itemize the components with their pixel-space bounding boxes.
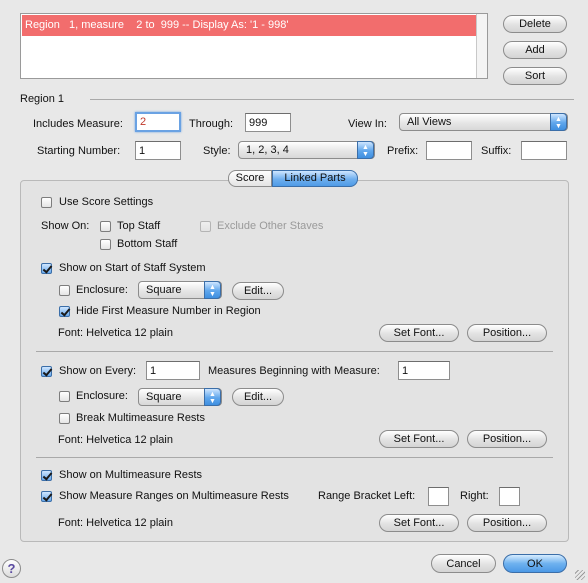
font-description: Font: Helvetica 12 plain: [58, 327, 173, 339]
enclosure-edit-button[interactable]: Edit...: [232, 282, 284, 300]
beginning-measure-label: Measures Beginning with Measure:: [208, 365, 380, 377]
popup-arrows-icon: ▲ ▼: [204, 388, 221, 406]
exclude-other-staves-label: Exclude Other Staves: [217, 220, 324, 232]
enclosure-value: Square: [146, 284, 182, 296]
style-label: Style:: [203, 145, 231, 157]
show-every-label: Show on Every:: [59, 365, 137, 377]
show-every-checkbox[interactable]: [41, 366, 52, 377]
region-list[interactable]: Region 1, measure 2 to 999 -- Display As…: [20, 13, 488, 79]
linked-parts-panel: [20, 180, 569, 542]
sort-button[interactable]: Sort: [503, 67, 567, 85]
bottom-staff-label: Bottom Staff: [117, 238, 178, 250]
style-value: 1, 2, 3, 4: [246, 144, 289, 156]
use-score-settings-label: Use Score Settings: [59, 196, 154, 208]
set-font-button[interactable]: Set Font...: [379, 430, 459, 448]
suffix-field[interactable]: [521, 141, 567, 160]
bottom-staff-checkbox[interactable]: [100, 239, 111, 250]
show-on-label: Show On:: [41, 220, 90, 232]
view-in-popup[interactable]: All Views ▲ ▼: [399, 113, 568, 131]
region-divider: [90, 99, 574, 100]
section-divider: [36, 351, 553, 352]
resize-grip-icon[interactable]: [575, 570, 585, 580]
show-every-field[interactable]: 1: [146, 361, 200, 380]
show-ranges-label: Show Measure Ranges on Multimeasure Rest…: [59, 490, 289, 502]
region-header: Region 1: [20, 93, 65, 105]
set-font-button[interactable]: Set Font...: [379, 324, 459, 342]
range-left-label: Range Bracket Left:: [318, 490, 416, 502]
show-on-mm-checkbox[interactable]: [41, 470, 52, 481]
prefix-label: Prefix:: [387, 145, 419, 157]
list-scrollbar[interactable]: [476, 14, 487, 78]
help-button[interactable]: ?: [2, 559, 21, 578]
section-divider: [36, 457, 553, 458]
position-button[interactable]: Position...: [467, 514, 547, 532]
break-rests-checkbox[interactable]: [59, 413, 70, 424]
enclosure-label: Enclosure:: [76, 284, 128, 296]
popup-arrows-icon: ▲ ▼: [550, 113, 567, 131]
style-popup[interactable]: 1, 2, 3, 4 ▲ ▼: [238, 141, 375, 159]
break-rests-label: Break Multimeasure Rests: [76, 412, 205, 424]
hide-first-label: Hide First Measure Number in Region: [76, 305, 261, 317]
show-ranges-checkbox[interactable]: [41, 491, 52, 502]
enclosure-value: Square: [146, 391, 182, 403]
show-on-start-label: Show on Start of Staff System: [59, 262, 206, 274]
range-left-field[interactable]: [428, 487, 449, 506]
view-in-value: All Views: [407, 116, 452, 128]
add-button[interactable]: Add: [503, 41, 567, 59]
exclude-other-staves-checkbox[interactable]: [200, 221, 211, 232]
enclosure-label: Enclosure:: [76, 390, 128, 402]
font-description: Font: Helvetica 12 plain: [58, 517, 173, 529]
tab-score[interactable]: Score: [228, 170, 272, 187]
beginning-measure-field[interactable]: 1: [398, 361, 450, 380]
delete-button[interactable]: Delete: [503, 15, 567, 33]
position-button[interactable]: Position...: [467, 430, 547, 448]
set-font-button[interactable]: Set Font...: [379, 514, 459, 532]
popup-arrows-icon: ▲ ▼: [357, 141, 374, 159]
enclosure-popup[interactable]: Square ▲ ▼: [138, 281, 222, 299]
starting-number-field[interactable]: 1: [135, 141, 181, 160]
position-button[interactable]: Position...: [467, 324, 547, 342]
top-staff-label: Top Staff: [117, 220, 161, 232]
suffix-label: Suffix:: [481, 145, 512, 157]
enclosure-edit-button[interactable]: Edit...: [232, 388, 284, 406]
includes-measure-label: Includes Measure:: [33, 118, 123, 130]
hide-first-checkbox[interactable]: [59, 306, 70, 317]
starting-number-label: Starting Number:: [37, 145, 121, 157]
ok-button[interactable]: OK: [503, 554, 567, 573]
includes-measure-value: 2: [140, 116, 147, 128]
cancel-button[interactable]: Cancel: [431, 554, 496, 573]
includes-measure-field[interactable]: 2: [135, 112, 181, 132]
show-on-start-checkbox[interactable]: [41, 263, 52, 274]
show-on-mm-label: Show on Multimeasure Rests: [59, 469, 203, 481]
enclosure-popup[interactable]: Square ▲ ▼: [138, 388, 222, 406]
font-description: Font: Helvetica 12 plain: [58, 434, 173, 446]
use-score-settings-checkbox[interactable]: [41, 197, 52, 208]
through-field[interactable]: 999: [245, 113, 291, 132]
region-row[interactable]: Region 1, measure 2 to 999 -- Display As…: [22, 15, 476, 36]
prefix-field[interactable]: [426, 141, 472, 160]
view-in-label: View In:: [348, 118, 387, 130]
popup-arrows-icon: ▲ ▼: [204, 281, 221, 299]
range-right-label: Right:: [460, 490, 489, 502]
tab-linked-parts[interactable]: Linked Parts: [272, 170, 358, 187]
through-label: Through:: [189, 118, 234, 130]
enclosure-checkbox[interactable]: [59, 285, 70, 296]
enclosure-checkbox[interactable]: [59, 391, 70, 402]
top-staff-checkbox[interactable]: [100, 221, 111, 232]
range-right-field[interactable]: [499, 487, 520, 506]
